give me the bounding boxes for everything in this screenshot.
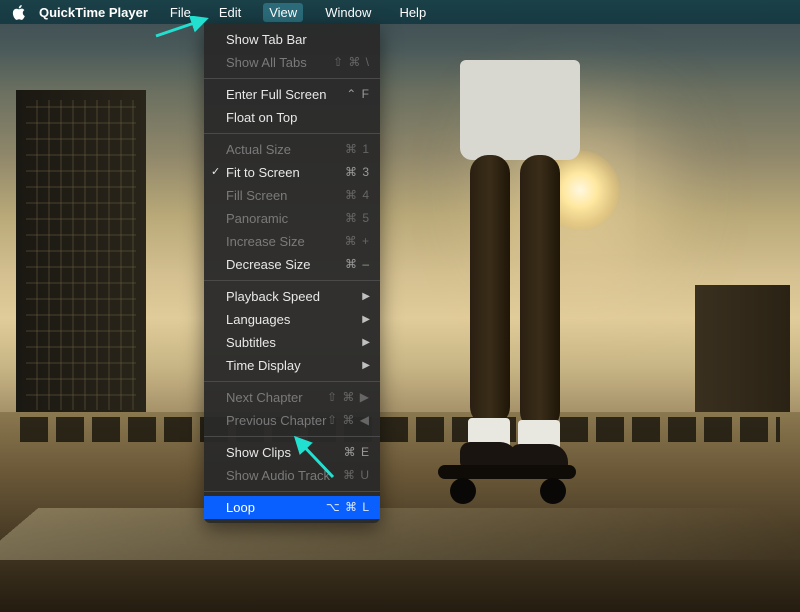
menu-item-label: Next Chapter [226,389,327,406]
building-silhouette-right [695,285,790,420]
menu-item-fit-to-screen[interactable]: ✓ Fit to Screen⌘ 3 [204,161,380,184]
skateboarder-figure [440,0,590,500]
menu-item-enter-full-screen[interactable]: Enter Full Screen⌃ F [204,83,380,106]
menu-item-label: Previous Chapter [226,412,327,429]
menu-window[interactable]: Window [319,3,377,22]
menu-item-decrease-size[interactable]: Decrease Size⌘ – [204,253,380,276]
menu-item-label: Fit to Screen [226,164,345,181]
menu-item-shortcut: ⇧ ⌘ ▶ [327,389,370,406]
menu-item-shortcut: ⌃ F [346,86,370,103]
menu-item-label: Languages [226,311,356,328]
chevron-right-icon: ▶ [362,288,370,305]
menu-item-shortcut: ⌘ 5 [345,210,370,227]
menu-item-label: Float on Top [226,109,370,126]
menu-item-languages[interactable]: Languages ▶ [204,308,380,331]
checkmark-icon: ✓ [211,164,220,181]
menu-item-increase-size: Increase Size⌘ + [204,230,380,253]
parked-cars-row [20,417,780,442]
menu-item-fill-screen: Fill Screen⌘ 4 [204,184,380,207]
menu-item-panoramic: Panoramic⌘ 5 [204,207,380,230]
menu-item-shortcut: ⌘ 4 [345,187,370,204]
menu-view[interactable]: View [263,3,303,22]
menu-item-next-chapter: Next Chapter⇧ ⌘ ▶ [204,386,380,409]
menu-item-label: Increase Size [226,233,345,250]
menu-item-shortcut: ⇧ ⌘ \ [333,54,370,71]
menu-item-label: Panoramic [226,210,345,227]
menu-item-label: Fill Screen [226,187,345,204]
menu-item-shortcut: ⌘ 3 [345,164,370,181]
skateboard-wheel [540,478,566,504]
road-marking [0,508,800,560]
menu-item-label: Subtitles [226,334,356,351]
menu-item-label: Playback Speed [226,288,356,305]
menu-item-shortcut: ⌘ E [344,444,370,461]
macos-menubar: QuickTime Player File Edit View Window H… [0,0,800,24]
skateboard-deck [438,465,576,479]
menu-separator [204,381,380,382]
menu-item-show-tab-bar[interactable]: Show Tab Bar [204,28,380,51]
menu-item-label: Show All Tabs [226,54,333,71]
menu-item-playback-speed[interactable]: Playback Speed ▶ [204,285,380,308]
menu-item-show-all-tabs: Show All Tabs⇧ ⌘ \ [204,51,380,74]
menu-item-subtitles[interactable]: Subtitles ▶ [204,331,380,354]
menu-item-shortcut: ⌘ – [345,256,370,273]
menu-item-shortcut: ⇧ ⌘ ◀ [327,412,370,429]
chevron-right-icon: ▶ [362,357,370,374]
menu-help[interactable]: Help [393,3,432,22]
menu-item-float-on-top[interactable]: Float on Top [204,106,380,129]
menu-separator [204,491,380,492]
chevron-right-icon: ▶ [362,334,370,351]
menu-separator [204,280,380,281]
menu-item-loop[interactable]: Loop⌥ ⌘ L [204,496,380,519]
menu-item-label: Actual Size [226,141,345,158]
menu-item-time-display[interactable]: Time Display ▶ [204,354,380,377]
menu-separator [204,78,380,79]
menu-item-shortcut: ⌥ ⌘ L [326,499,370,516]
skateboard-wheel [450,478,476,504]
chevron-right-icon: ▶ [362,311,370,328]
menu-item-previous-chapter: Previous Chapter⇧ ⌘ ◀ [204,409,380,432]
menu-edit[interactable]: Edit [213,3,247,22]
menu-item-label: Show Tab Bar [226,31,370,48]
menu-item-shortcut: ⌘ 1 [345,141,370,158]
menu-item-label: Decrease Size [226,256,345,273]
building-silhouette-left [16,90,146,420]
menu-item-actual-size: Actual Size⌘ 1 [204,138,380,161]
menu-item-label: Time Display [226,357,356,374]
apple-logo-icon[interactable] [12,5,25,20]
menu-item-label: Enter Full Screen [226,86,346,103]
menu-item-shortcut: ⌘ U [343,467,370,484]
menu-item-shortcut: ⌘ + [345,233,370,250]
annotation-arrow-to-view [154,16,214,40]
app-name: QuickTime Player [39,5,148,20]
menu-item-label: Loop [226,499,326,516]
annotation-arrow-to-loop [288,432,338,482]
menu-separator [204,133,380,134]
